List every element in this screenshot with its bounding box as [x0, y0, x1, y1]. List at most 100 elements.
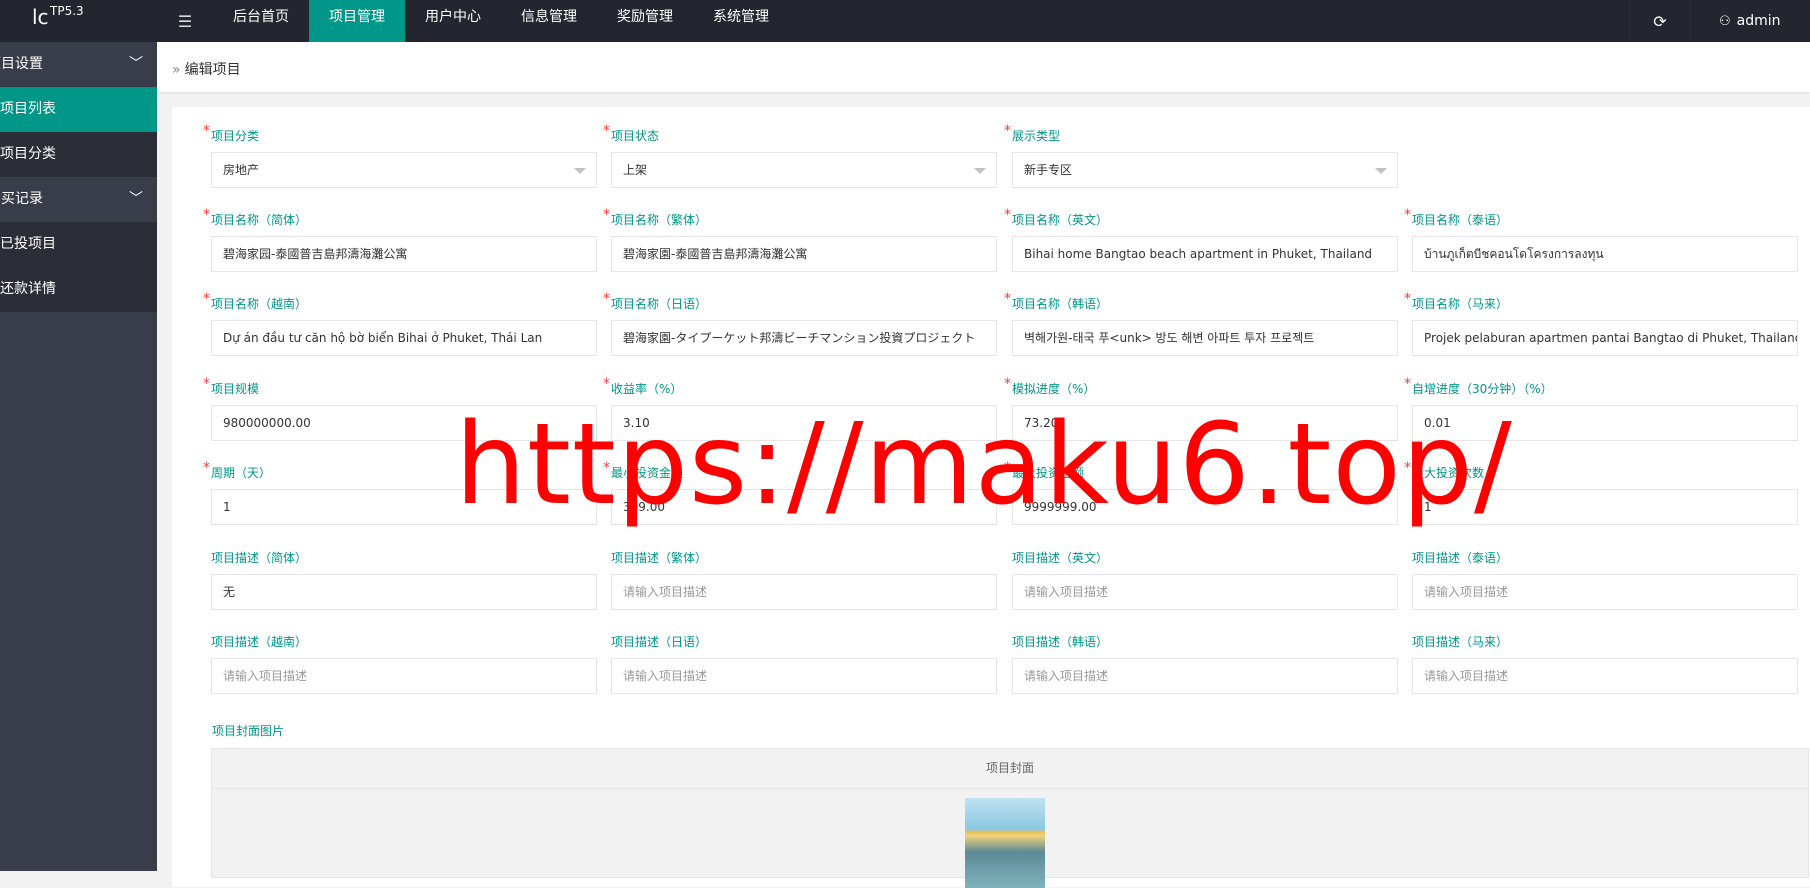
- select-value: 房地产: [223, 163, 260, 177]
- name-tc-input[interactable]: 碧海家園-泰國普吉島邦濤海灘公寓: [611, 236, 997, 272]
- caret-down-icon: [1375, 168, 1387, 174]
- required-mark: *: [203, 207, 210, 223]
- field-label: 项目描述（泰语）: [1412, 551, 1509, 565]
- chevron-down-icon: ﹀: [129, 56, 143, 72]
- sidebar-item-invested-projects[interactable]: 已投项目: [0, 222, 157, 267]
- sidebar-item-label: 项目分类: [0, 146, 56, 162]
- display-type-select[interactable]: 新手专区: [1012, 152, 1398, 188]
- field-label: 项目规模: [211, 382, 260, 396]
- logo-version: TP5.3: [50, 4, 84, 18]
- refresh-icon[interactable]: ⟳: [1629, 0, 1690, 42]
- desc-en-input[interactable]: 请输入项目描述: [1012, 574, 1398, 610]
- name-en-input[interactable]: Bihai home Bangtao beach apartment in Ph…: [1012, 236, 1398, 272]
- required-mark: *: [203, 123, 210, 139]
- required-mark: *: [603, 123, 610, 139]
- field-label: 项目分类: [211, 129, 260, 143]
- field-label: 项目名称（马来）: [1412, 297, 1509, 311]
- user-icon: ⚇: [1719, 13, 1731, 29]
- double-chevron-right-icon: »: [172, 62, 181, 78]
- nav-info-management[interactable]: 信息管理: [501, 0, 597, 42]
- name-th-input[interactable]: บ้านภูเก็ตบีชคอนโดโครงการลงทุน: [1412, 236, 1798, 272]
- required-mark: *: [603, 207, 610, 223]
- name-vi-input[interactable]: Dự án đầu tư căn hộ bờ biển Bihai ở Phuk…: [211, 320, 597, 356]
- sidebar-item-project-list[interactable]: 项目列表: [0, 87, 157, 132]
- nav-project-management[interactable]: 项目管理: [309, 0, 405, 42]
- field-label: 项目描述（英文）: [1012, 551, 1109, 565]
- field-label: 收益率（%）: [611, 382, 683, 396]
- required-mark: *: [203, 376, 210, 392]
- sidebar-item-label: 已投项目: [0, 236, 56, 252]
- field-label: 项目名称（繁体）: [611, 213, 708, 227]
- name-ko-input[interactable]: 벽해가원-태국 푸<unk> 방도 해변 아파트 투자 프로젝트: [1012, 320, 1398, 356]
- sidebar-group-label: 项目设置: [0, 56, 43, 72]
- field-label: 项目名称（简体）: [211, 213, 308, 227]
- sidebar-item-repayment-details[interactable]: 还款详情: [0, 267, 157, 312]
- required-mark: *: [203, 291, 210, 307]
- breadcrumb-bar: » 编辑项目: [157, 42, 1810, 92]
- required-mark: *: [1404, 207, 1411, 223]
- desc-ja-input[interactable]: 请输入项目描述: [611, 658, 997, 694]
- name-ja-input[interactable]: 碧海家園-タイプーケット邦濤ビーチマンション投資プロジェクト: [611, 320, 997, 356]
- field-label: 项目描述（马来）: [1412, 635, 1509, 649]
- cover-image-table: 项目封面: [211, 748, 1809, 888]
- field-label: 项目描述（日语）: [611, 635, 708, 649]
- cover-header: 项目封面: [212, 749, 1808, 789]
- required-mark: *: [1004, 376, 1011, 392]
- field-label: 项目名称（日语）: [611, 297, 708, 311]
- field-label: 项目状态: [611, 129, 660, 143]
- sidebar-item-label: 项目列表: [0, 101, 56, 117]
- required-mark: *: [603, 291, 610, 307]
- sidebar-group-label: 购买记录: [0, 191, 43, 207]
- desc-tc-input[interactable]: 请输入项目描述: [611, 574, 997, 610]
- breadcrumb-current: 编辑项目: [184, 62, 241, 78]
- logo-text: lc: [32, 5, 49, 29]
- nav-user-center[interactable]: 用户中心: [405, 0, 501, 42]
- field-label: 项目描述（简体）: [211, 551, 308, 565]
- menu-toggle-icon[interactable]: ☰: [157, 0, 213, 42]
- desc-ko-input[interactable]: 请输入项目描述: [1012, 658, 1398, 694]
- logo[interactable]: lc TP5.3: [0, 0, 157, 42]
- required-mark: *: [1004, 291, 1011, 307]
- user-name: admin: [1736, 13, 1781, 29]
- desc-th-input[interactable]: 请输入项目描述: [1412, 574, 1798, 610]
- nav-reward-management[interactable]: 奖励管理: [597, 0, 693, 42]
- nav-home[interactable]: 后台首页: [213, 0, 309, 42]
- nav-system-management[interactable]: 系统管理: [693, 0, 789, 42]
- caret-down-icon: [974, 168, 986, 174]
- sidebar-item-label: 还款详情: [0, 281, 56, 297]
- watermark: https://maku6.top/: [455, 400, 1513, 530]
- sidebar-item-project-category[interactable]: 项目分类: [0, 132, 157, 177]
- cover-image-label: 项目封面图片: [212, 724, 285, 738]
- caret-down-icon: [574, 168, 586, 174]
- top-bar: lc TP5.3 ☰ 后台首页 项目管理 用户中心 信息管理 奖励管理 系统管理…: [0, 0, 1810, 42]
- required-mark: *: [1004, 123, 1011, 139]
- cover-image[interactable]: [965, 798, 1045, 888]
- user-menu[interactable]: ⚇ admin: [1690, 0, 1810, 42]
- field-label: 项目描述（韩语）: [1012, 635, 1109, 649]
- required-mark: *: [203, 460, 210, 476]
- field-label: 项目名称（韩语）: [1012, 297, 1109, 311]
- desc-ms-input[interactable]: 请输入项目描述: [1412, 658, 1798, 694]
- required-mark: *: [603, 376, 610, 392]
- field-label: 自增进度（30分钟）（%）: [1412, 382, 1553, 396]
- category-select[interactable]: 房地产: [211, 152, 597, 188]
- desc-sc-input[interactable]: 无: [211, 574, 597, 610]
- sidebar: 项目设置 ﹀ 项目列表 项目分类 购买记录 ﹀ 已投项目 还款详情: [0, 42, 157, 871]
- field-label: 展示类型: [1012, 129, 1061, 143]
- field-label: 模拟进度（%）: [1012, 382, 1096, 396]
- field-label: 周期（天）: [211, 466, 272, 480]
- required-mark: *: [1404, 376, 1411, 392]
- field-label: 项目名称（越南）: [211, 297, 308, 311]
- sidebar-group-purchase-records[interactable]: 购买记录 ﹀: [0, 177, 157, 222]
- name-sc-input[interactable]: 碧海家园-泰國普吉島邦濤海灘公寓: [211, 236, 597, 272]
- breadcrumb: » 编辑项目: [172, 59, 241, 79]
- chevron-down-icon: ﹀: [129, 191, 143, 207]
- status-select[interactable]: 上架: [611, 152, 997, 188]
- desc-vi-input[interactable]: 请输入项目描述: [211, 658, 597, 694]
- top-nav: 后台首页 项目管理 用户中心 信息管理 奖励管理 系统管理: [213, 0, 789, 42]
- sidebar-group-project-settings[interactable]: 项目设置 ﹀: [0, 42, 157, 87]
- top-right-tools: ⟳ ⚇ admin: [1629, 0, 1810, 42]
- field-label: 项目描述（越南）: [211, 635, 308, 649]
- name-ms-input[interactable]: Projek pelaburan apartmen pantai Bangtao…: [1412, 320, 1798, 356]
- required-mark: *: [1404, 291, 1411, 307]
